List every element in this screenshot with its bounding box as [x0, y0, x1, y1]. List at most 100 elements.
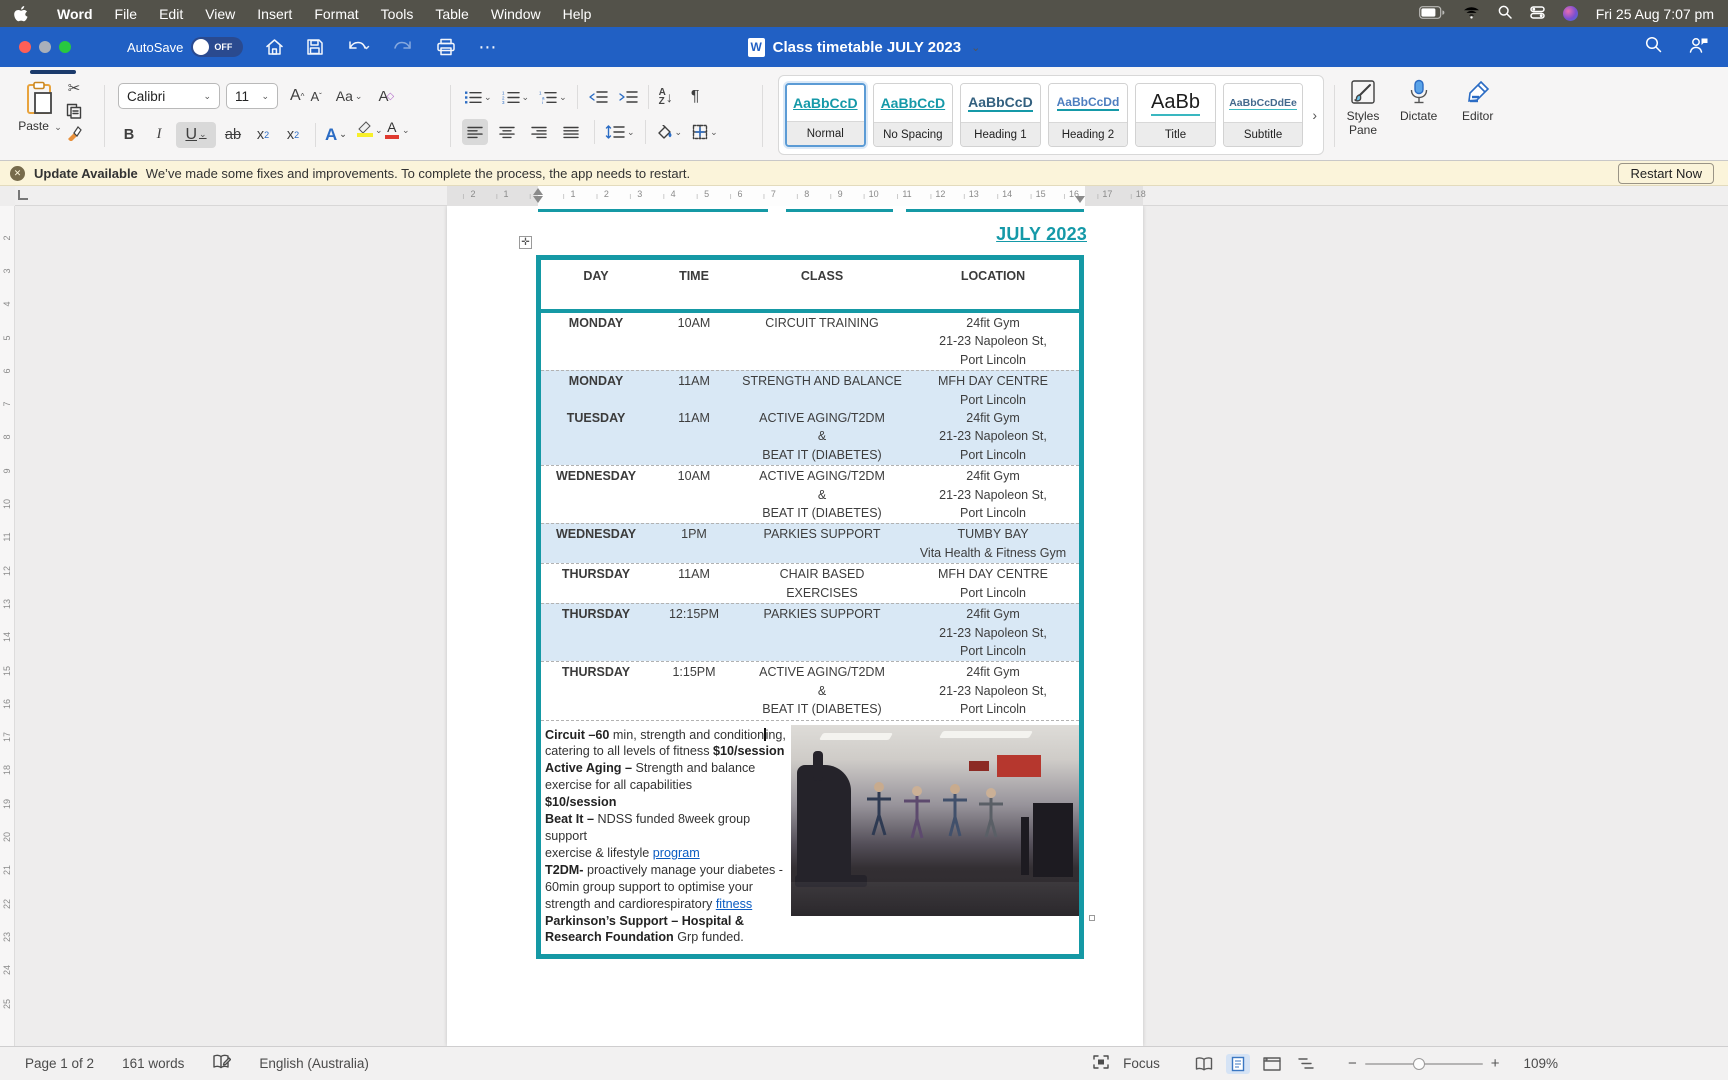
- style-heading-2[interactable]: AaBbCcDd Heading 2: [1047, 83, 1129, 147]
- menu-edit[interactable]: Edit: [148, 6, 194, 22]
- style-title[interactable]: AaBb Title: [1135, 83, 1216, 147]
- highlight-color-button[interactable]: ⌄: [356, 121, 383, 148]
- zoom-in-button[interactable]: +: [1491, 1055, 1500, 1072]
- minimize-window-button[interactable]: [39, 41, 51, 53]
- left-indent-marker[interactable]: [533, 196, 543, 203]
- share-icon[interactable]: [1688, 36, 1710, 59]
- shading-button[interactable]: ⌄: [656, 124, 682, 140]
- subscript-button[interactable]: x2: [250, 122, 276, 148]
- styles-pane-button[interactable]: Styles Pane: [1340, 79, 1386, 137]
- zoom-percentage[interactable]: 109%: [1523, 1056, 1558, 1071]
- save-button[interactable]: [306, 38, 324, 56]
- timetable-row[interactable]: THURSDAY 1:15PM ACTIVE AGING/T2DM & BEAT…: [541, 661, 1079, 719]
- style-normal[interactable]: AaBbCcD Normal: [785, 83, 866, 147]
- focus-icon[interactable]: [1093, 1055, 1109, 1072]
- bold-button[interactable]: B: [116, 122, 142, 148]
- clear-formatting-button[interactable]: A ◇: [378, 88, 394, 105]
- align-left-button[interactable]: [462, 119, 488, 145]
- table-move-handle[interactable]: ✛: [519, 236, 532, 249]
- zoom-slider[interactable]: [1364, 1057, 1483, 1070]
- first-line-indent-marker[interactable]: [533, 188, 543, 195]
- timetable-row[interactable]: WEDNESDAY 10AM ACTIVE AGING/T2DM & BEAT …: [541, 465, 1079, 523]
- increase-indent-button[interactable]: [618, 90, 638, 104]
- close-window-button[interactable]: [19, 41, 31, 53]
- style-subtitle[interactable]: AaBbCcDdEe Subtitle: [1222, 83, 1304, 147]
- cut-button[interactable]: ✂: [68, 79, 81, 97]
- timetable-row[interactable]: MONDAY 11AM STRENGTH AND BALANCE MFH DAY…: [541, 370, 1079, 466]
- bullet-list-button[interactable]: ⌄: [464, 90, 492, 105]
- strikethrough-button[interactable]: ab: [220, 122, 246, 148]
- text-effects-button[interactable]: A ⌄: [325, 125, 347, 145]
- menu-format[interactable]: Format: [303, 6, 369, 22]
- increase-font-size-button[interactable]: A ^: [290, 87, 304, 105]
- numbered-list-button[interactable]: 1 2 3 ⌄: [502, 90, 530, 104]
- italic-button[interactable]: I: [146, 122, 172, 148]
- paste-button[interactable]: Paste ⌄: [14, 81, 66, 133]
- horizontal-ruler[interactable]: 2 1 1 2 3 4 5 6 7 8 9 10 11 12 13 14 15 16 17 18: [15, 186, 1728, 206]
- style-heading-1[interactable]: AaBbCcD Heading 1: [960, 83, 1041, 147]
- format-painter-button[interactable]: [66, 125, 82, 141]
- decrease-indent-button[interactable]: [588, 90, 608, 104]
- document-page[interactable]: JULY 2023 ✛ DAY TIME CLASS LOCATION MOND…: [447, 206, 1143, 1046]
- table-resize-handle[interactable]: [1089, 915, 1095, 921]
- document-title-menu[interactable]: W Class timetable JULY 2023 ⌄: [747, 37, 980, 57]
- multilevel-list-button[interactable]: 1 a i ⌄: [539, 90, 567, 104]
- editor-button[interactable]: Editor: [1462, 79, 1493, 123]
- font-color-button[interactable]: A ⌄: [384, 119, 410, 150]
- menu-view[interactable]: View: [194, 6, 246, 22]
- menu-window[interactable]: Window: [480, 6, 552, 22]
- styles-gallery-expand-icon[interactable]: ›: [1312, 107, 1317, 123]
- class-descriptions-row[interactable]: Circuit –60 min, strength and condition i…: [541, 719, 1079, 955]
- outline-view-button[interactable]: [1294, 1054, 1318, 1074]
- timetable-row[interactable]: THURSDAY 12:15PM PARKIES SUPPORT 24fit G…: [541, 603, 1079, 662]
- font-size-select[interactable]: 11 ⌄: [226, 83, 278, 109]
- timetable-row[interactable]: THURSDAY 11AM CHAIR BASED EXERCISES MFH …: [541, 563, 1079, 603]
- justify-button[interactable]: [558, 119, 584, 145]
- language-indicator[interactable]: English (Australia): [259, 1056, 369, 1071]
- spotlight-search-icon[interactable]: [1498, 5, 1512, 22]
- zoom-slider-knob[interactable]: [1412, 1057, 1425, 1070]
- line-spacing-button[interactable]: ⌄: [605, 125, 635, 139]
- menu-tools[interactable]: Tools: [370, 6, 425, 22]
- read-mode-view-button[interactable]: [1192, 1054, 1216, 1074]
- focus-label[interactable]: Focus: [1123, 1056, 1160, 1071]
- sort-button[interactable]: A Z ↓: [659, 88, 673, 107]
- page-indicator[interactable]: Page 1 of 2: [25, 1056, 94, 1071]
- align-right-button[interactable]: [526, 119, 552, 145]
- change-case-button[interactable]: Aa ⌄: [336, 88, 363, 104]
- style-no-spacing[interactable]: AaBbCcD No Spacing: [872, 83, 954, 147]
- timetable-month-title[interactable]: JULY 2023: [447, 224, 1087, 245]
- search-icon[interactable]: [1645, 36, 1662, 58]
- timetable[interactable]: DAY TIME CLASS LOCATION MONDAY 10AM CIRC…: [536, 255, 1084, 960]
- vertical-ruler[interactable]: 2 3 4 5 6 7 8 9 10 11 12 13 14 15 16 17 18 19 20 21 22 23 24 25: [0, 206, 15, 1046]
- zoom-out-button[interactable]: −: [1348, 1055, 1357, 1072]
- tab-stop-selector[interactable]: [18, 190, 28, 200]
- timetable-row[interactable]: MONDAY 10AM CIRCUIT TRAINING 24fit Gym 2…: [541, 313, 1079, 370]
- menubar-clock[interactable]: Fri 25 Aug 7:07 pm: [1596, 6, 1714, 22]
- right-indent-marker[interactable]: [1075, 196, 1085, 203]
- wifi-icon[interactable]: [1463, 6, 1480, 22]
- menu-help[interactable]: Help: [552, 6, 603, 22]
- menu-file[interactable]: File: [104, 6, 149, 22]
- redo-button[interactable]: [394, 38, 414, 56]
- underline-button[interactable]: U ⌄: [176, 121, 216, 148]
- paragraph-marks-button[interactable]: ¶: [691, 88, 700, 106]
- word-count[interactable]: 161 words: [122, 1056, 184, 1071]
- restart-now-button[interactable]: Restart Now: [1618, 162, 1714, 184]
- autosave-toggle[interactable]: AutoSave OFF: [127, 37, 244, 57]
- copy-button[interactable]: [66, 103, 82, 119]
- control-center-icon[interactable]: [1529, 5, 1545, 22]
- undo-button[interactable]: [346, 38, 372, 56]
- borders-button[interactable]: ⌄: [692, 124, 718, 140]
- menu-insert[interactable]: Insert: [246, 6, 303, 22]
- decrease-font-size-button[interactable]: Aˇ: [310, 89, 321, 104]
- apple-menu-icon[interactable]: [14, 5, 28, 22]
- proofing-icon[interactable]: [212, 1054, 232, 1073]
- battery-icon[interactable]: [1418, 5, 1445, 22]
- zoom-window-button[interactable]: [59, 41, 71, 53]
- class-descriptions[interactable]: Circuit –60 min, strength and condition i…: [545, 725, 791, 947]
- document-canvas[interactable]: 2 3 4 5 6 7 8 9 10 11 12 13 14 15 16 17 18 19 20 21 22 23 24 25…: [0, 206, 1728, 1046]
- font-name-select[interactable]: Calibri ⌄: [118, 83, 220, 109]
- fitness-link[interactable]: fitness: [716, 897, 752, 911]
- home-button[interactable]: [265, 38, 284, 56]
